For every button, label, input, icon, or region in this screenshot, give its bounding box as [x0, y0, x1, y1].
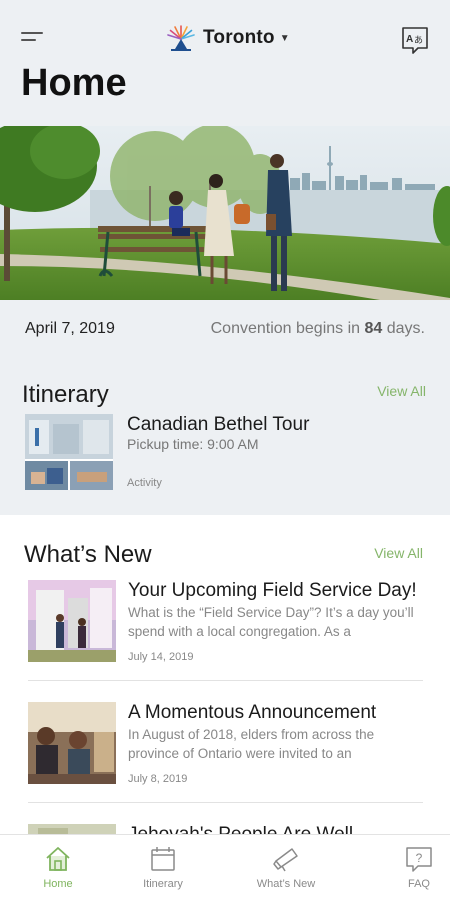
svg-text:?: ?: [416, 851, 423, 865]
home-icon: [46, 847, 70, 871]
news-date: July 14, 2019: [128, 651, 194, 663]
countdown-days: 84: [364, 320, 383, 337]
countdown-suffix: days.: [386, 320, 425, 337]
tab-faq[interactable]: ? FAQ: [374, 845, 450, 890]
whats-new-view-all-link[interactable]: View All: [374, 545, 423, 561]
news-date: July 8, 2019: [128, 773, 188, 785]
news-thumbnail: [28, 702, 116, 784]
question-bubble-icon: ?: [406, 847, 432, 872]
divider: [28, 802, 423, 803]
countdown-prefix: Convention begins in: [210, 320, 361, 337]
city-selector[interactable]: Toronto ▼: [165, 22, 290, 54]
news-thumbnail: [28, 580, 116, 662]
news-summary: In August of 2018, elders from across th…: [128, 727, 375, 761]
news-summary: What is the “Field Service Day”? It’s a …: [128, 605, 414, 639]
itinerary-view-all-link[interactable]: View All: [377, 383, 426, 399]
megaphone-icon: [273, 848, 298, 872]
news-title: Your Upcoming Field Service Day!: [128, 580, 417, 601]
tab-itinerary[interactable]: Itinerary: [118, 845, 208, 890]
svg-text:あ: あ: [414, 35, 423, 46]
itinerary-heading: Itinerary: [22, 381, 109, 408]
tab-faq-label: FAQ: [407, 878, 430, 890]
itinerary-item-title: Canadian Bethel Tour: [127, 414, 310, 435]
tab-whats-new-label: What’s New: [256, 878, 316, 890]
whats-new-heading: What’s New: [24, 541, 152, 568]
hero-image: [0, 126, 450, 300]
tab-whats-new[interactable]: What’s New: [241, 845, 331, 890]
itinerary-item-tag: Activity: [127, 477, 162, 489]
convention-date: April 7, 2019: [25, 320, 115, 337]
tab-home-label: Home: [43, 878, 73, 890]
city-name: Toronto: [203, 27, 275, 48]
divider: [28, 680, 423, 681]
svg-text:A: A: [406, 34, 413, 45]
itinerary-item-pickup: Pickup time: 9:00 AM: [127, 436, 259, 452]
convention-countdown: Convention begins in 84 days.: [211, 320, 425, 338]
news-title: A Momentous Announcement: [128, 702, 377, 723]
tab-home[interactable]: Home: [13, 845, 103, 890]
chevron-down-icon: ▼: [279, 32, 290, 44]
itinerary-thumbnail: [25, 414, 113, 490]
translate-icon[interactable]: A あ: [400, 25, 430, 55]
hamburger-menu-icon[interactable]: [21, 32, 43, 46]
bottom-tab-bar: Home Itinerary What’s New ? FAQ: [0, 834, 450, 901]
tab-itinerary-label: Itinerary: [143, 878, 183, 890]
convention-logo-icon: [167, 25, 195, 51]
calendar-icon: [151, 847, 175, 871]
page-title: Home: [21, 62, 127, 104]
